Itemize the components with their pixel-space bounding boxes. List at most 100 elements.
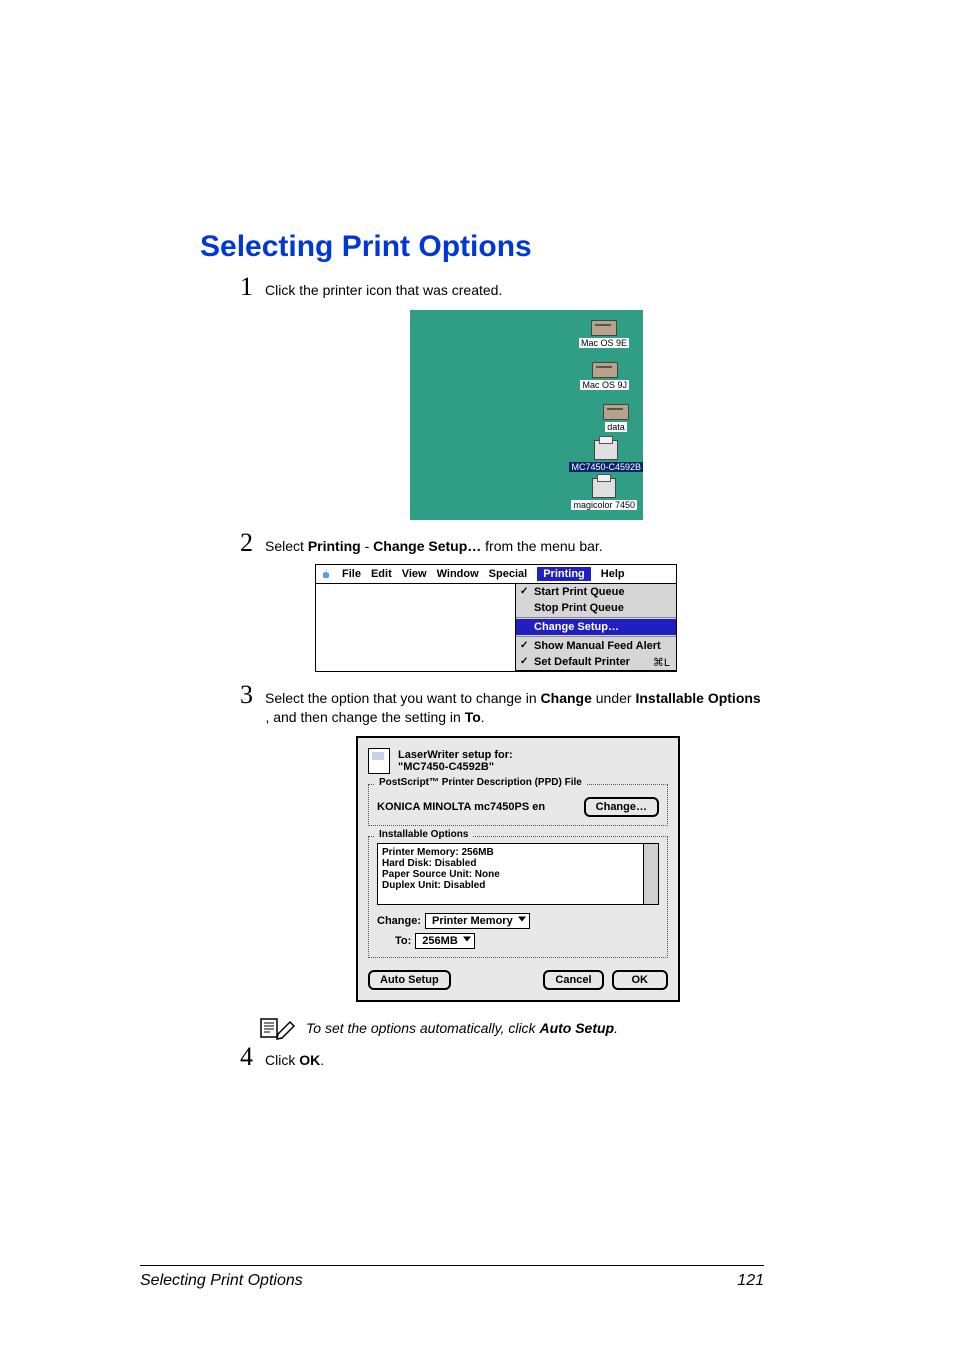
setup-dialog: LaserWriter setup for: "MC7450-C4592B" P… — [356, 736, 680, 1002]
text: from the menu bar. — [481, 538, 602, 554]
menu-item-stop-queue[interactable]: Stop Print Queue — [516, 600, 676, 616]
text: To set the options automatically, click — [306, 1020, 539, 1036]
dialog-buttons: Auto Setup Cancel OK — [368, 970, 668, 990]
text-bold: To — [465, 709, 481, 725]
step-3: 3 Select the option that you want to cha… — [240, 682, 894, 708]
printer-icon — [592, 478, 616, 498]
opt-val: Disabled — [432, 858, 476, 869]
disk-label: Mac OS 9E — [579, 338, 629, 348]
step-number: 1 — [240, 274, 253, 300]
cancel-button[interactable]: Cancel — [543, 970, 603, 990]
opt-key: Duplex Unit: — [382, 880, 441, 891]
page-footer: Selecting Print Options 121 — [140, 1265, 764, 1290]
scroll-down-icon[interactable]: ▼ — [646, 892, 656, 902]
menu-help[interactable]: Help — [601, 568, 625, 580]
step-text: Click the printer icon that was created. — [265, 281, 502, 299]
disk-label: Mac OS 9J — [580, 380, 629, 390]
page-number: 121 — [737, 1272, 764, 1290]
step-number: 2 — [240, 530, 253, 556]
dialog-title: LaserWriter setup for: "MC7450-C4592B" — [398, 749, 513, 773]
step-4: 4 Click OK. — [240, 1044, 894, 1070]
disk-icon — [603, 404, 629, 420]
to-label: To: — [395, 935, 411, 947]
printer-item[interactable]: MC7450-C4592B — [569, 440, 643, 472]
text-bold: Auto Setup — [539, 1020, 614, 1036]
menu-shortcut: ⌘L — [653, 656, 670, 669]
step-text: Select Printing - Change Setup… from the… — [265, 537, 603, 555]
printer-label: MC7450-C4592B — [569, 462, 643, 472]
page: Selecting Print Options 1 Click the prin… — [0, 0, 954, 1350]
group-label: Installable Options — [375, 829, 472, 840]
scroll-up-icon[interactable]: ▲ — [646, 874, 656, 884]
printer-icon — [594, 440, 618, 460]
text: Select — [265, 538, 308, 554]
printing-dropdown: Start Print Queue Stop Print Queue Chang… — [515, 584, 677, 671]
menu-item-change-setup[interactable]: Change Setup… — [516, 619, 676, 635]
menu-special[interactable]: Special — [489, 568, 528, 580]
change-popup[interactable]: Printer Memory — [425, 913, 530, 929]
ppd-group: PostScript™ Printer Description (PPD) Fi… — [368, 784, 668, 826]
disk-icon — [591, 320, 617, 336]
text: Click — [265, 1052, 299, 1068]
document-icon — [368, 748, 390, 774]
ppd-name: KONICA MINOLTA mc7450PS en — [377, 801, 545, 813]
change-field-row: Change: Printer Memory — [377, 913, 659, 929]
change-label: Change: — [377, 915, 421, 927]
apple-menu-icon[interactable] — [320, 568, 332, 580]
text: Select the option that you want to chang… — [265, 690, 541, 706]
opt-val: 256MB — [459, 847, 494, 858]
disk-icon — [592, 362, 618, 378]
disk-label: data — [605, 422, 627, 432]
installable-options-group: Installable Options Printer Memory: 256M… — [368, 836, 668, 958]
menu-item-set-default-printer[interactable]: Set Default Printer ⌘L — [516, 654, 676, 670]
menubar-screenshot: File Edit View Window Special Printing H… — [315, 564, 677, 672]
menu-window[interactable]: Window — [437, 568, 479, 580]
disk-item: Mac OS 9E — [579, 320, 629, 348]
menu-view[interactable]: View — [402, 568, 427, 580]
options-list[interactable]: Printer Memory: 256MB Hard Disk: Disable… — [377, 843, 659, 905]
desktop-screenshot: Mac OS 9E Mac OS 9J data MC7450-C4592B m… — [410, 310, 643, 520]
printer-label: magicolor 7450 — [571, 500, 637, 510]
step-1: 1 Click the printer icon that was create… — [240, 274, 894, 300]
menubar: File Edit View Window Special Printing H… — [316, 565, 676, 584]
opt-key: Hard Disk: — [382, 858, 432, 869]
text-bold: Printing — [308, 538, 361, 554]
text: - — [361, 538, 373, 554]
opt-key: Printer Memory: — [382, 847, 459, 858]
printer-item: magicolor 7450 — [571, 478, 637, 510]
footer-title: Selecting Print Options — [140, 1272, 303, 1290]
menu-item-manual-feed-alert[interactable]: Show Manual Feed Alert — [516, 638, 676, 654]
step-text: Select the option that you want to chang… — [265, 689, 761, 707]
menu-printing[interactable]: Printing — [537, 567, 591, 581]
menu-edit[interactable]: Edit — [371, 568, 392, 580]
group-label: PostScript™ Printer Description (PPD) Fi… — [375, 777, 586, 788]
opt-val: None — [472, 869, 500, 880]
menu-separator — [516, 636, 676, 637]
menu-item-start-queue[interactable]: Start Print Queue — [516, 584, 676, 600]
text: under — [592, 690, 636, 706]
dialog-title-row: LaserWriter setup for: "MC7450-C4592B" — [368, 748, 668, 774]
opt-row: Paper Source Unit: None — [382, 869, 654, 880]
change-ppd-button[interactable]: Change… — [584, 797, 659, 817]
opt-row: Printer Memory: 256MB — [382, 847, 654, 858]
step-number: 4 — [240, 1044, 253, 1070]
ok-button[interactable]: OK — [612, 970, 669, 990]
opt-row: Hard Disk: Disabled — [382, 858, 654, 869]
menu-item-label: Set Default Printer — [534, 656, 630, 668]
to-field-row: To: 256MB — [395, 933, 659, 949]
text-bold: Change — [541, 690, 592, 706]
section-title: Selecting Print Options — [200, 230, 894, 264]
text: . — [481, 709, 485, 725]
disk-item: Mac OS 9J — [580, 362, 629, 390]
to-popup[interactable]: 256MB — [415, 933, 474, 949]
step-number: 3 — [240, 682, 253, 708]
opt-row: Duplex Unit: Disabled — [382, 880, 654, 891]
note-icon — [260, 1016, 296, 1040]
text: . — [320, 1052, 324, 1068]
dialog-title-line1: LaserWriter setup for: — [398, 749, 513, 761]
auto-setup-button[interactable]: Auto Setup — [368, 970, 451, 990]
dialog-title-line2: "MC7450-C4592B" — [398, 761, 513, 773]
opt-key: Paper Source Unit: — [382, 869, 472, 880]
menu-file[interactable]: File — [342, 568, 361, 580]
step-3-continued: Op, and then change the setting in To. — [266, 708, 746, 728]
